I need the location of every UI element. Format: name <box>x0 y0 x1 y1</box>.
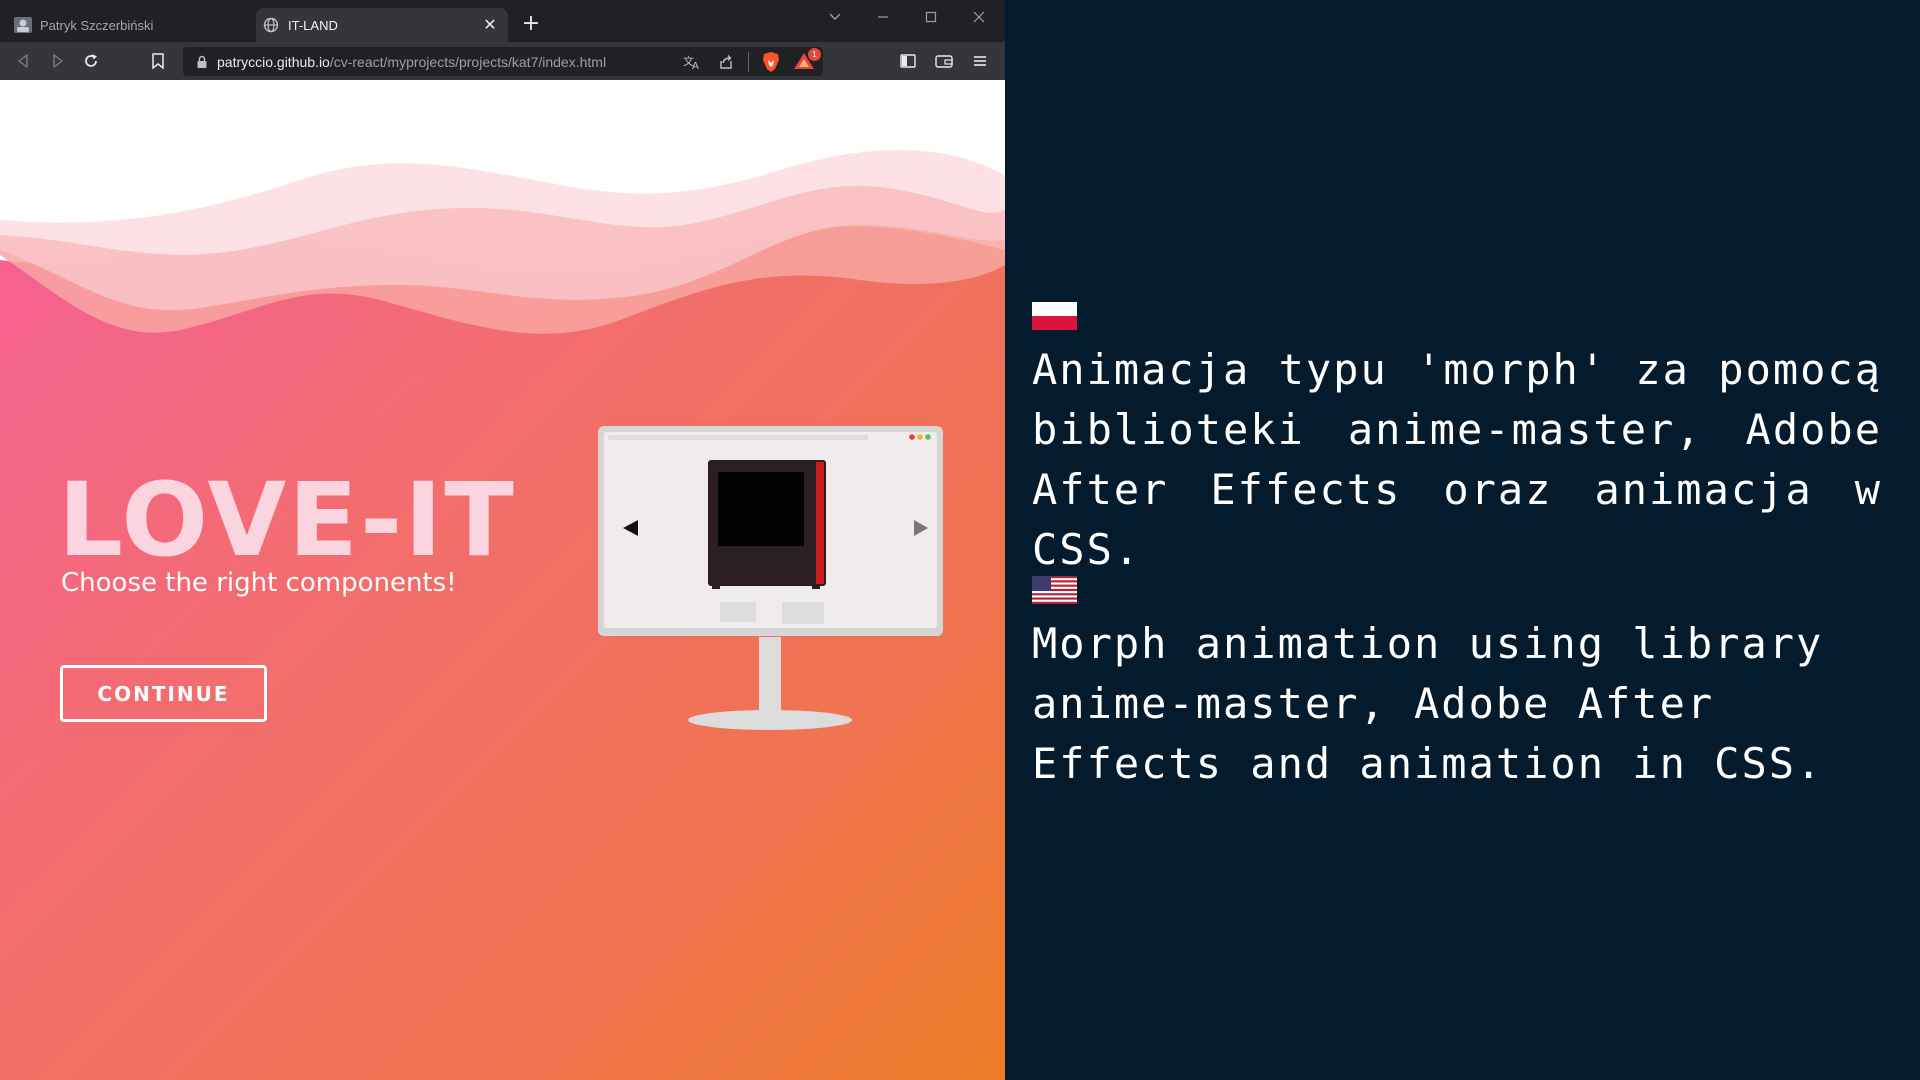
wallet-icon[interactable] <box>934 51 954 71</box>
url-text: patryccio.github.io/cv-react/myprojects/… <box>217 54 668 70</box>
description-polish: Animacja typu 'morph' za pomocą bibliote… <box>1032 345 1882 574</box>
svg-text:A: A <box>692 61 699 70</box>
menu-icon[interactable] <box>970 51 990 71</box>
sidebar-icon[interactable] <box>898 51 918 71</box>
poland-flag-icon <box>1032 302 1077 330</box>
tab-title: Patryk Szczerbiński <box>40 17 154 33</box>
browser-toolbar: patryccio.github.io/cv-react/myprojects/… <box>0 42 1005 80</box>
reload-icon[interactable] <box>81 51 101 71</box>
brave-shield-icon[interactable] <box>761 51 781 73</box>
wave-header-decoration <box>0 80 1005 334</box>
continue-button[interactable]: CONTINUE <box>60 665 267 722</box>
brave-rewards-button[interactable]: 1 <box>793 47 821 73</box>
new-tab-button[interactable]: + <box>520 12 542 36</box>
tab-strip: Patryk Szczerbiński IT-LAND ✕ + <box>0 0 1005 46</box>
browser-window: Patryk Szczerbiński IT-LAND ✕ + patrycci… <box>0 0 1005 1080</box>
close-window-button[interactable] <box>964 4 994 30</box>
close-tab-icon[interactable]: ✕ <box>480 15 500 35</box>
translate-icon[interactable]: 文A <box>682 52 702 72</box>
forward-arrow-icon[interactable] <box>47 51 67 71</box>
profile-favicon-icon <box>14 17 32 33</box>
url-host: patryccio.github.io <box>217 53 330 70</box>
description-english: Morph animation using library anime-mast… <box>1032 619 1824 788</box>
bookmark-icon[interactable] <box>148 51 168 71</box>
tab-search-chevron-icon[interactable] <box>820 4 850 30</box>
tagline: Choose the right components! <box>61 568 457 598</box>
url-path: /cv-react/myprojects/projects/kat7/index… <box>329 53 607 70</box>
tab-patryk-szczerbinski[interactable]: Patryk Szczerbiński <box>8 8 253 42</box>
website-viewport: LOVE-IT Choose the right components! CON… <box>0 80 1005 1080</box>
monitor-illustration <box>598 426 943 730</box>
description-panel: Animacja typu 'morph' za pomocą bibliote… <box>1005 0 1920 1080</box>
maximize-button[interactable] <box>916 4 946 30</box>
minimize-button[interactable] <box>868 4 898 30</box>
lock-icon <box>197 55 207 68</box>
globe-icon <box>263 17 279 33</box>
rewards-badge: 1 <box>808 47 821 61</box>
tab-it-land[interactable]: IT-LAND ✕ <box>256 8 508 42</box>
address-bar[interactable]: patryccio.github.io/cv-react/myprojects/… <box>183 47 823 76</box>
address-bar-divider <box>748 51 749 72</box>
tab-title: IT-LAND <box>288 17 338 33</box>
usa-flag-icon <box>1032 576 1077 604</box>
site-logo: LOVE-IT <box>58 461 516 580</box>
back-arrow-icon[interactable] <box>14 51 34 71</box>
share-icon[interactable] <box>716 52 736 72</box>
